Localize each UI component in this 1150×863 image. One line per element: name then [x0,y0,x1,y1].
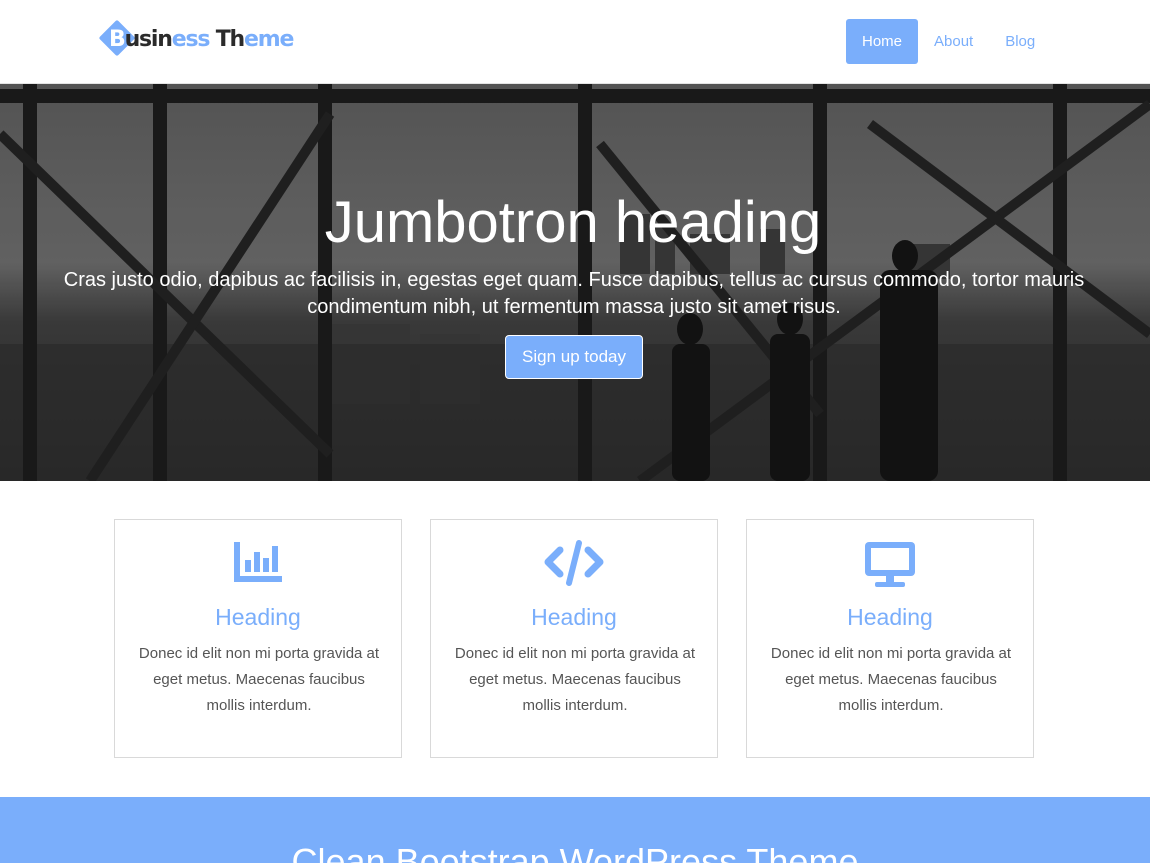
promo-band-title: Clean Bootstrap WordPress Theme [291,841,859,863]
main-nav: Home About Blog [846,19,1051,64]
bar-chart-icon [115,540,401,590]
sign-up-button[interactable]: Sign up today [505,335,643,379]
jumbotron-lead: Cras justo odio, dapibus ac facilisis in… [63,269,1085,318]
feature-card: Heading Donec id elit non mi porta gravi… [114,519,402,758]
top-navbar: Business Theme Home About Blog [0,0,1150,84]
feature-card: Heading Donec id elit non mi porta gravi… [430,519,718,758]
feature-heading: Heading [531,604,617,630]
feature-text: Donec id elit non mi porta gravida at eg… [138,645,380,714]
promo-band: Clean Bootstrap WordPress Theme [0,797,1150,863]
nav-home-link[interactable]: Home [846,19,919,64]
code-icon [431,540,717,590]
brand-logo[interactable]: Business Theme [98,19,294,59]
nav-blog-link[interactable]: Blog [989,19,1051,64]
jumbotron-heading: Jumbotron heading [324,190,822,255]
brand-name: Business Theme [109,26,294,52]
features-section: Heading Donec id elit non mi porta gravi… [0,481,1150,797]
feature-text: Donec id elit non mi porta gravida at eg… [770,645,1012,714]
desktop-icon [747,540,1033,590]
jumbotron: Jumbotron heading Cras justo odio, dapib… [0,84,1150,481]
feature-heading: Heading [215,604,301,630]
feature-heading: Heading [847,604,933,630]
feature-card: Heading Donec id elit non mi porta gravi… [746,519,1034,758]
jumbotron-content: Jumbotron heading Cras justo odio, dapib… [0,84,1150,481]
nav-about-link[interactable]: About [918,19,989,64]
feature-text: Donec id elit non mi porta gravida at eg… [454,645,696,714]
